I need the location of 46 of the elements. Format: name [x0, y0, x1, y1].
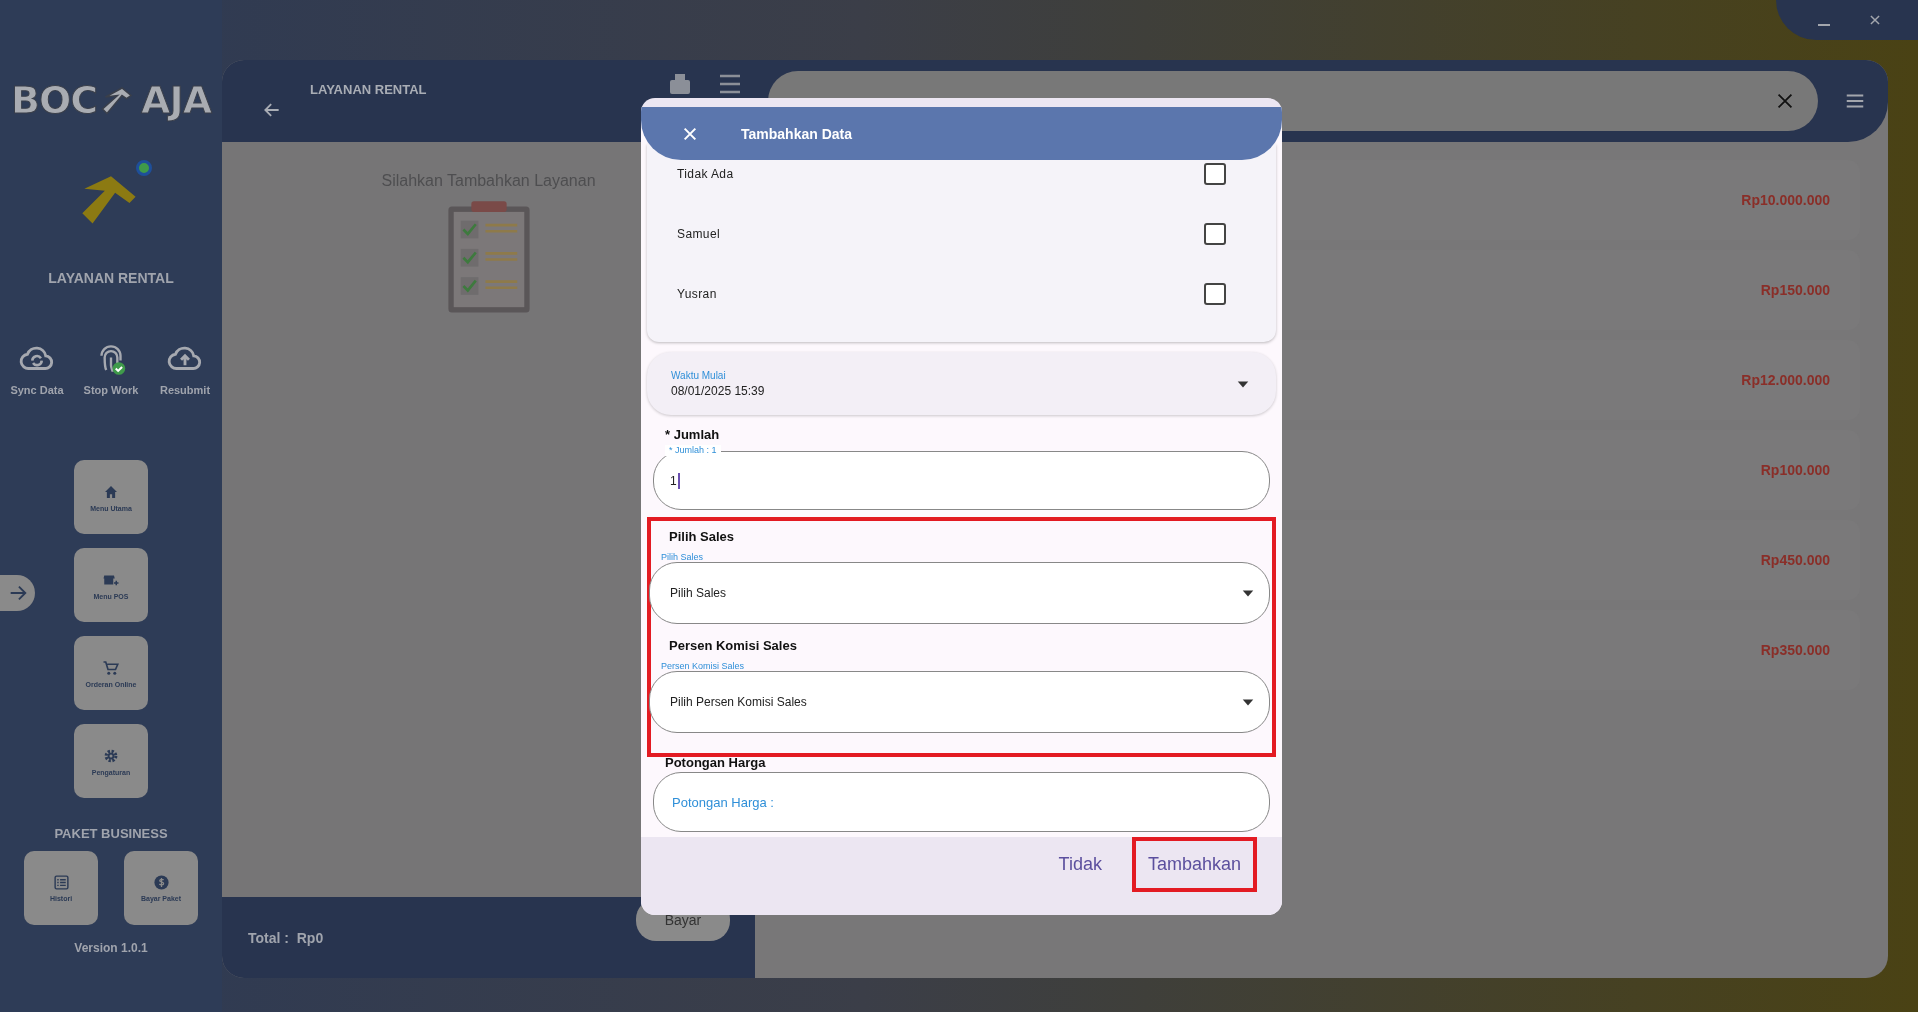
close-button[interactable] [682, 125, 698, 142]
dropdown[interactable]: Pilih Sales [649, 562, 1270, 624]
dialog-button[interactable]: Tidak [1042, 837, 1118, 892]
total-text: Total : Rp0 [248, 929, 324, 946]
price-text: Rp450.000 [1760, 552, 1830, 568]
cart-icon [102, 658, 120, 677]
sidebar-action[interactable]: Stop Work [84, 340, 138, 396]
sidebar-action[interactable]: Sync Data [10, 340, 64, 396]
option-label: Samuel [677, 227, 721, 241]
field-label: * Jumlah : 1 [665, 445, 721, 456]
close-icon [1868, 13, 1882, 27]
logo-text: AJA [141, 78, 212, 122]
panel-title: LAYANAN RENTAL [310, 82, 427, 97]
price-text: Rp10.000.000 [1741, 192, 1830, 208]
expand-tab[interactable] [0, 575, 35, 611]
field-heading: Pilih Sales [668, 529, 736, 544]
logo-text: BOC [10, 78, 98, 122]
checkbox[interactable] [1204, 223, 1226, 245]
field-label: Pilih Sales [660, 552, 705, 562]
menu-icon [720, 74, 740, 94]
price-text: Rp100.000 [1760, 462, 1830, 478]
field-heading: * Jumlah [664, 427, 720, 442]
discount-field[interactable]: Potongan Harga : [653, 772, 1270, 832]
printer-icon [670, 74, 690, 94]
date-time-field[interactable]: Waktu Mulai 08/01/2025 15:39 [647, 352, 1276, 415]
minimize-icon [1818, 24, 1830, 26]
version-text: Version 1.0.1 [74, 941, 148, 955]
module-title: LAYANAN RENTAL [48, 270, 174, 286]
status-dot [136, 160, 152, 176]
price-text: Rp350.000 [1760, 642, 1830, 658]
price-text: Rp12.000.000 [1741, 372, 1830, 388]
field-heading: Potongan Harga [664, 755, 767, 770]
checkbox[interactable] [1204, 283, 1226, 305]
field-label: Persen Komisi Sales [660, 661, 746, 671]
close-icon [682, 125, 698, 142]
dialog-button[interactable]: Tambahkan [1131, 837, 1257, 892]
dropdown[interactable]: Pilih Persen Komisi Sales [649, 671, 1270, 733]
checkbox[interactable] [1204, 163, 1226, 185]
dialog-title: Tambahkan Data [741, 125, 852, 142]
list-icon [52, 874, 70, 891]
sidebar-action[interactable]: Resubmit [158, 340, 212, 396]
price-text: Rp150.000 [1760, 282, 1830, 298]
section-title: PAKET BUSINESS [54, 826, 168, 841]
option-label: Tidak Ada [677, 167, 734, 181]
option-label: Yusran [677, 287, 717, 301]
dollar-icon [152, 874, 170, 891]
